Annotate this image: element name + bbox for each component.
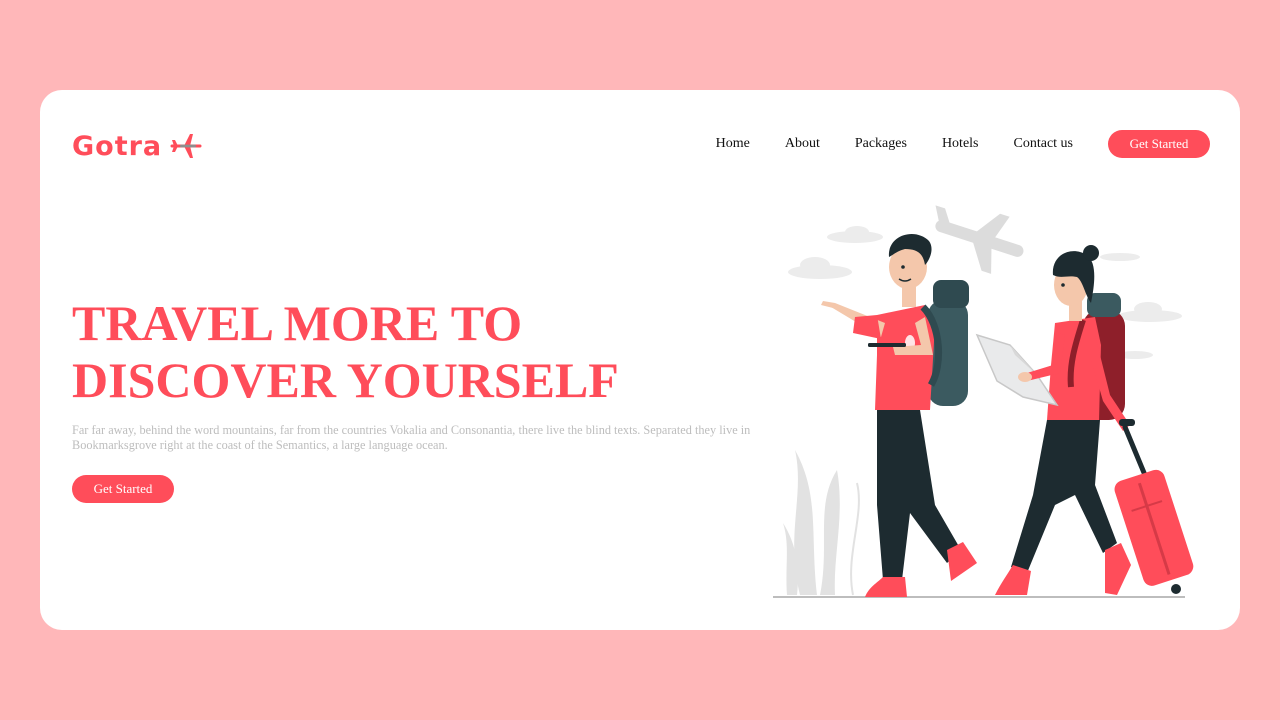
nav-link-home[interactable]: Home xyxy=(716,136,750,152)
header-get-started-button[interactable]: Get Started xyxy=(1108,130,1210,158)
hero-get-started-button[interactable]: Get Started xyxy=(72,475,174,503)
nav-link-packages[interactable]: Packages xyxy=(855,136,907,152)
landing-card: Gotra Home About Packages Hotels Contact… xyxy=(40,90,1240,630)
traveler-woman xyxy=(975,245,1131,595)
travelers-illustration xyxy=(773,205,1194,598)
nav-link-about[interactable]: About xyxy=(785,136,820,152)
brand-logo[interactable]: Gotra xyxy=(72,128,204,164)
airplane-icon xyxy=(170,134,202,158)
hero-title-line-1: TRAVEL MORE TO xyxy=(72,295,523,351)
brand-name: Gotra xyxy=(72,130,163,162)
background-airplane-icon xyxy=(935,205,1024,274)
hero-title: TRAVEL MORE TO DISCOVER YOURSELF xyxy=(72,295,712,409)
plant-icon xyxy=(783,450,840,595)
main-nav: Home About Packages Hotels Contact us Ge… xyxy=(716,130,1210,158)
hero-title-line-2: DISCOVER YOURSELF xyxy=(72,352,619,408)
nav-link-hotels[interactable]: Hotels xyxy=(942,136,979,152)
hero-description: Far far away, behind the word mountains,… xyxy=(72,423,751,452)
nav-link-contact[interactable]: Contact us xyxy=(1014,136,1074,152)
traveler-man xyxy=(821,234,977,597)
